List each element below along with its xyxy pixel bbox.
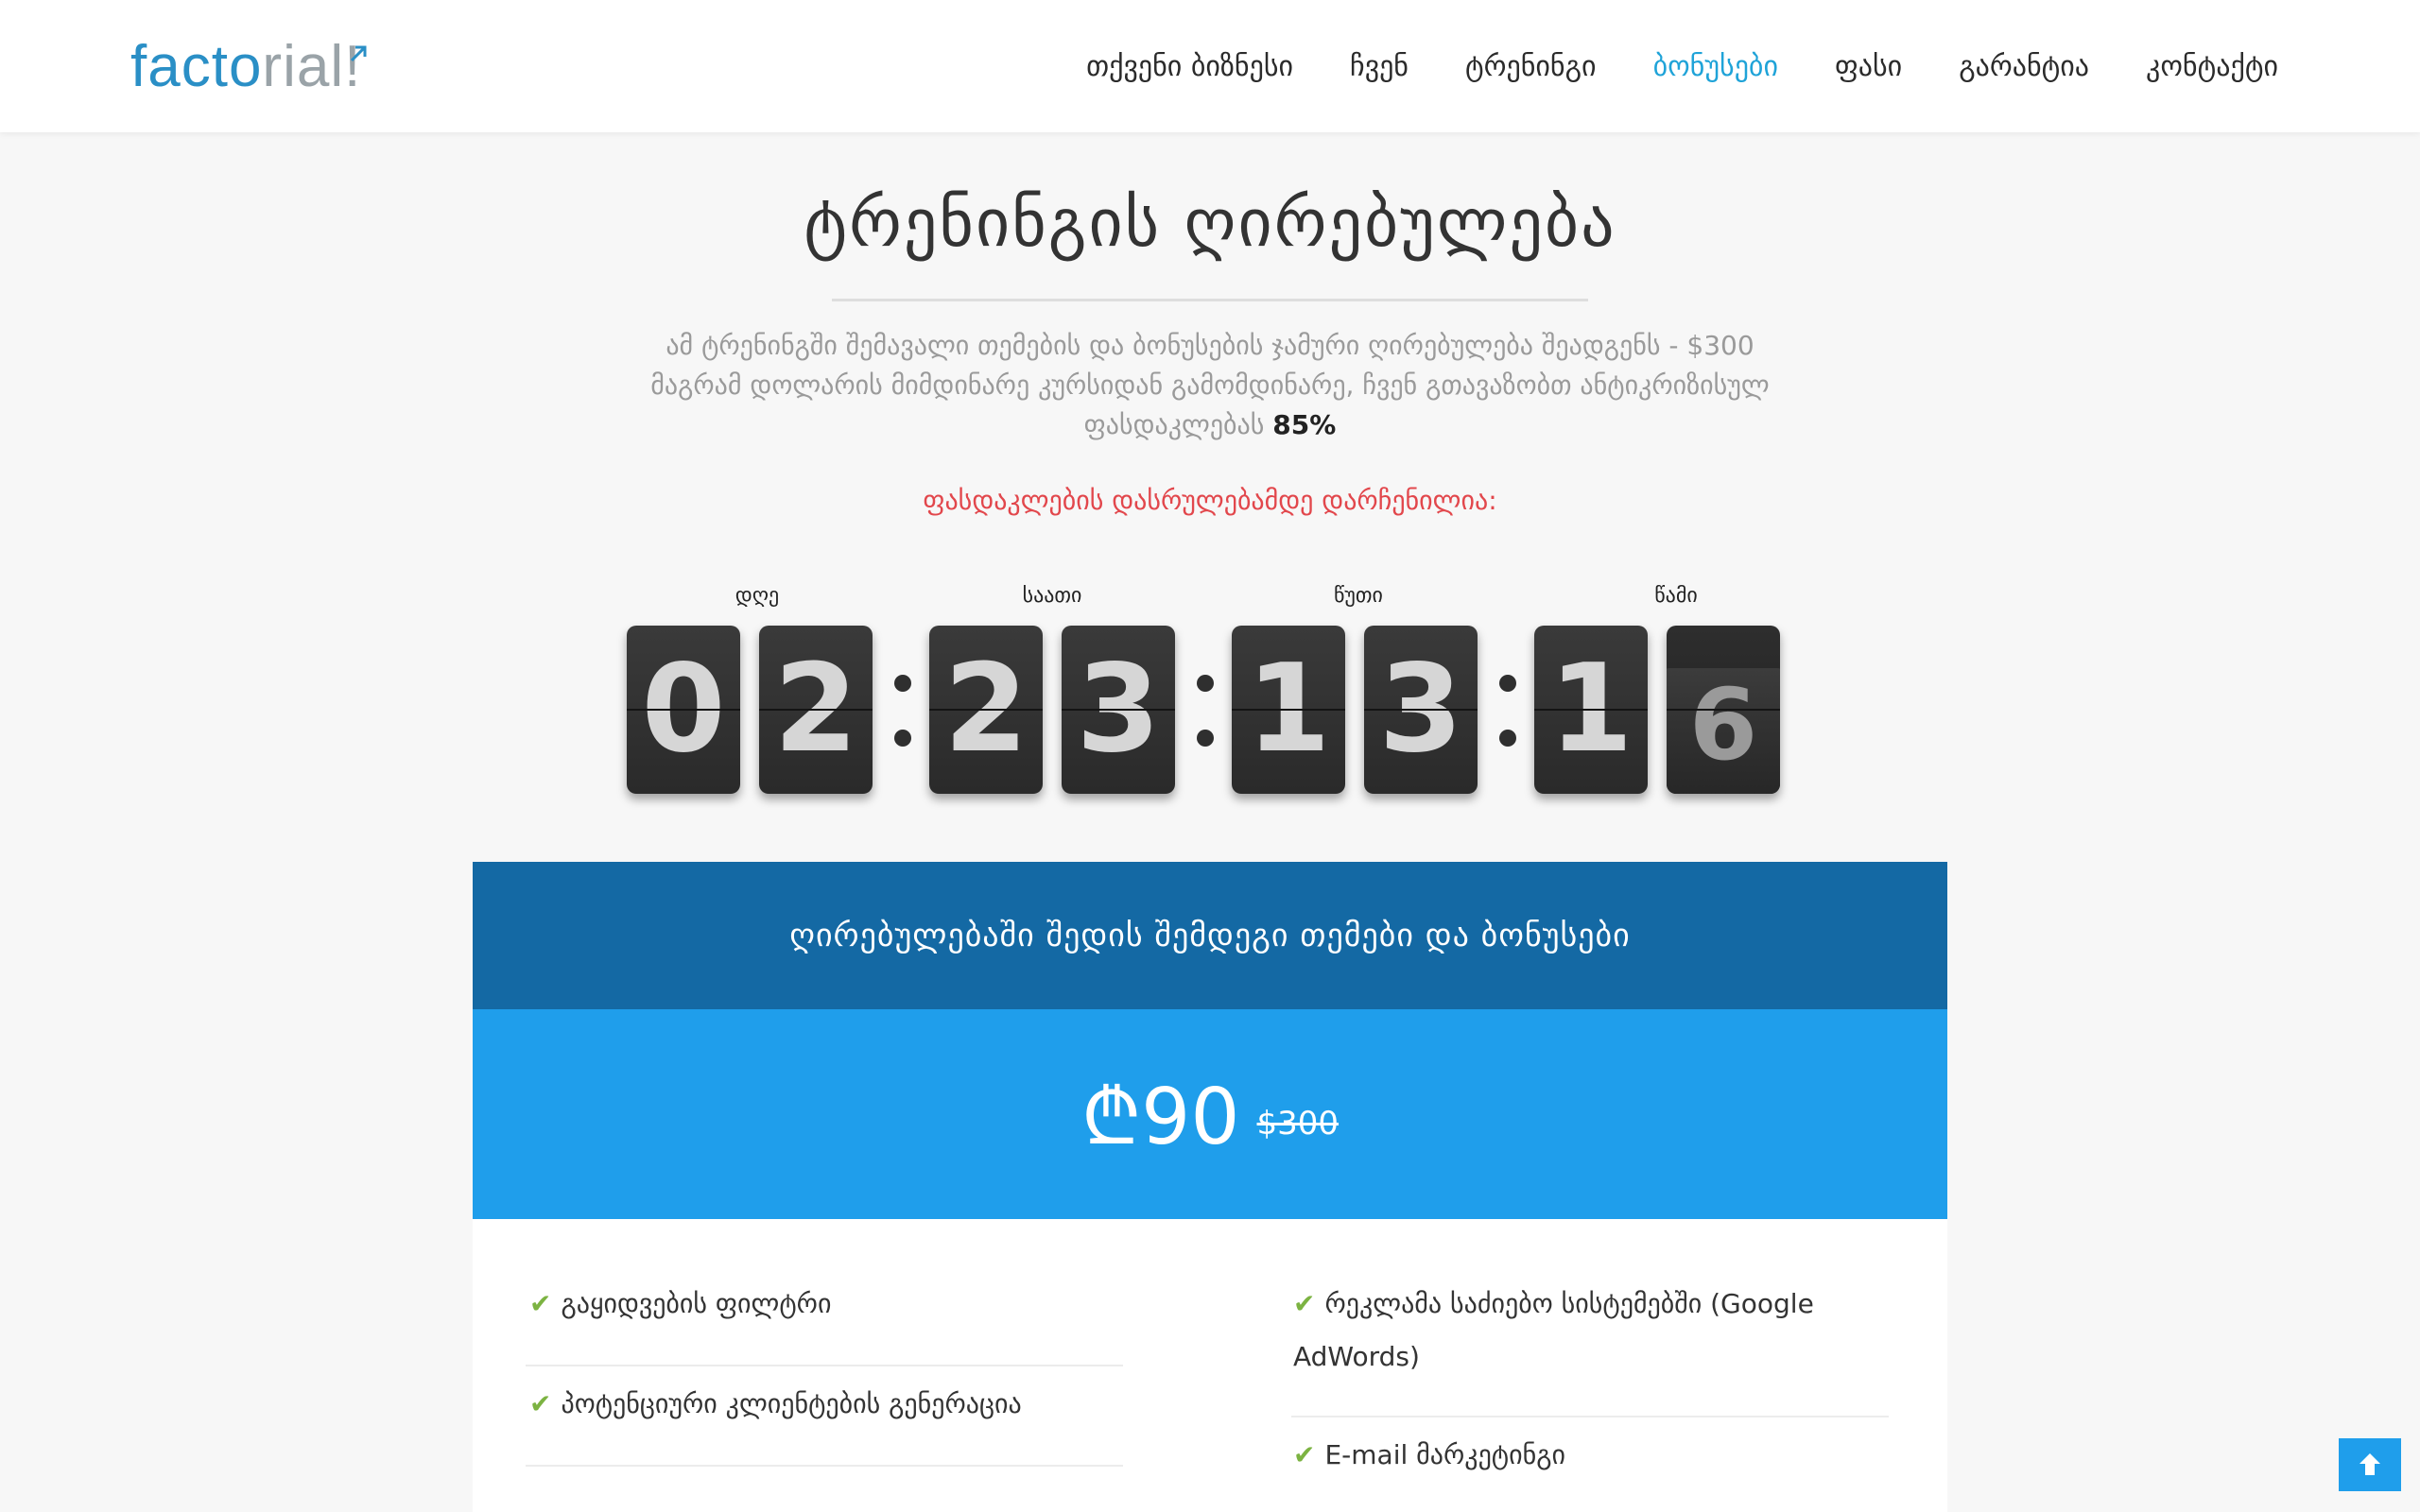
desc-line-2: მაგრამ დოლარის მიმდინარე კურსიდან გამომდ… (650, 369, 1770, 401)
desc-line-1: ამ ტრენინგში შემავალი თემების და ბონუსებ… (666, 330, 1754, 361)
feature-label: E-mail მარკეტინგი (1324, 1439, 1565, 1470)
logo-arrow-icon (350, 45, 367, 62)
digit-days-tens-value: 0 (641, 639, 726, 780)
digit-minutes-tens-value: 1 (1246, 639, 1331, 780)
nav-item-guarantee[interactable]: გარანტია (1959, 50, 2089, 83)
feature-item: ✔ E-mail მარკეტინგი (1293, 1429, 1565, 1482)
feature-divider (526, 1465, 1123, 1467)
nav-item-training[interactable]: ტრენინგი (1465, 50, 1597, 83)
nav-item-price[interactable]: ფასი (1835, 50, 1902, 83)
feature-divider (1291, 1416, 1889, 1418)
feature-label-cont: AdWords) (1293, 1341, 1420, 1372)
feature-item: ✔ გაყიდვების ფილტრი (529, 1278, 831, 1331)
digit-seconds-tens-value: 1 (1548, 639, 1634, 780)
digit-hours-tens-value: 2 (943, 639, 1028, 780)
separator-dot (1197, 675, 1214, 692)
check-icon: ✔ (1293, 1439, 1316, 1470)
desc-line-3-text: ფასდაკლებას (1083, 409, 1265, 440)
countdown-notice: ფასდაკლების დასრულებამდე დარჩენილია: (923, 485, 1497, 516)
digit-days-ones: 2 (759, 626, 873, 794)
main-nav: თქვენი ბიზნესი ჩვენ ტრენინგი ბონუსები ფა… (1029, 0, 2278, 132)
label-minutes: წუთი (1334, 584, 1383, 608)
digit-days-ones-value: 2 (773, 639, 858, 780)
desc-line-3: ფასდაკლებას 85% (605, 405, 1815, 445)
pricing-header: ღირებულებაში შედის შემდეგი თემები და ბონ… (473, 862, 1947, 1009)
price-current: ₾90 (1080, 1073, 1240, 1162)
feature-item: ✔ რეკლამა საძიებო სისტემებში (Google AdWor… (1293, 1278, 1814, 1383)
logo-text-mark: o (228, 34, 263, 99)
page-title: ტრენინგის ღირებულება (804, 184, 1616, 262)
digit-minutes-ones: 3 (1364, 626, 1478, 794)
check-icon: ✔ (529, 1288, 552, 1319)
feature-item: ✔ პოტენციური კლიენტების გენერაცია (529, 1378, 1022, 1431)
label-seconds: წამი (1654, 584, 1698, 608)
price-original: $300 (1256, 1105, 1340, 1143)
pricing-features: ✔ გაყიდვების ფილტრი ✔ პოტენციური კლიენტები… (473, 1219, 1947, 1512)
digit-minutes-ones-value: 3 (1378, 639, 1463, 780)
feature-label: რეკლამა საძიებო სისტემებში (Google (1324, 1288, 1814, 1319)
navbar: factorial! თქვენი ბიზნესი ჩვენ ტრენინგი … (0, 0, 2420, 132)
separator-dot (894, 675, 911, 692)
nav-item-business[interactable]: თქვენი ბიზნესი (1086, 50, 1293, 83)
digit-seconds-ones: 6 (1667, 626, 1780, 794)
scroll-to-top-button[interactable] (2339, 1438, 2401, 1491)
check-icon: ✔ (529, 1388, 552, 1419)
separator-dot (1499, 675, 1516, 692)
label-days: დღე (735, 584, 780, 608)
feature-label: პოტენციური კლიენტების გენერაცია (561, 1388, 1022, 1419)
label-hours: საათი (1022, 584, 1082, 608)
price-description: ამ ტრენინგში შემავალი თემების და ბონუსებ… (605, 326, 1815, 445)
feature-label: გაყიდვების ფილტრი (561, 1288, 832, 1319)
discount-value: 85% (1272, 409, 1337, 440)
separator-dot (1197, 730, 1214, 747)
digit-days-tens: 0 (627, 626, 740, 794)
digit-hours-ones: 3 (1062, 626, 1175, 794)
logo[interactable]: factorial! (130, 36, 361, 98)
nav-item-bonuses[interactable]: ბონუსები (1653, 50, 1778, 83)
separator-dot (894, 730, 911, 747)
digit-hours-tens: 2 (929, 626, 1043, 794)
separator-dot (1499, 730, 1516, 747)
nav-item-about[interactable]: ჩვენ (1350, 50, 1409, 83)
logo-text-part1: fact (130, 34, 229, 99)
digit-seconds-ones-value: 6 (1688, 667, 1758, 782)
digit-seconds-tens: 1 (1534, 626, 1648, 794)
logo-text-part2: rial (262, 34, 345, 99)
feature-divider (526, 1365, 1123, 1366)
nav-item-contact[interactable]: კონტაქტი (2146, 50, 2278, 83)
check-icon: ✔ (1293, 1288, 1316, 1319)
title-divider (832, 299, 1588, 301)
pricing-price-band: ₾90 $300 (473, 1009, 1947, 1219)
digit-hours-ones-value: 3 (1076, 639, 1161, 780)
arrow-up-icon (2360, 1453, 2380, 1475)
digit-minutes-tens: 1 (1232, 626, 1345, 794)
